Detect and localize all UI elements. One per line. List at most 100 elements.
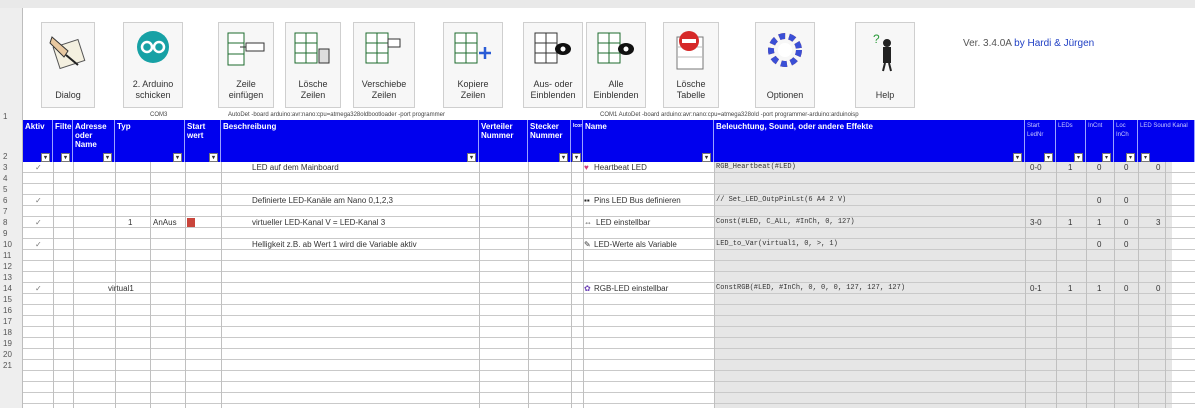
cell-loc[interactable]: 0 [1124, 239, 1128, 250]
row-number[interactable]: 20 [0, 350, 22, 359]
cell-loc[interactable]: 0 [1124, 283, 1128, 294]
cell-effekt[interactable]: LED_to_Var(virtual1, 0, >, 1) [716, 239, 838, 250]
cell-kanal[interactable]: 3 [1156, 217, 1160, 228]
delete-table-button[interactable]: Lösche Tabelle [663, 22, 719, 108]
row-number[interactable]: 7 [0, 207, 22, 216]
table-row[interactable] [23, 305, 1195, 316]
cell-kanal[interactable]: 0 [1156, 162, 1160, 173]
row-number[interactable]: 19 [0, 339, 22, 348]
cell-typ[interactable]: AnAus [153, 217, 177, 228]
table-row[interactable] [23, 327, 1195, 338]
cell-startled[interactable]: 0-1 [1030, 283, 1042, 294]
filter-dropdown-aktiv[interactable]: ▾ [41, 153, 50, 162]
row-number[interactable]: 3 [0, 163, 22, 172]
row-number[interactable]: 6 [0, 196, 22, 205]
cell-startled[interactable]: 0-0 [1030, 162, 1042, 173]
cell-effekt[interactable]: Const(#LED, C_ALL, #InCh, 0, 127) [716, 217, 855, 228]
cell-beschreibung[interactable]: Helligkeit z.B. ab Wert 1 wird die Varia… [252, 239, 417, 250]
table-row[interactable] [23, 316, 1195, 327]
row-number[interactable]: 12 [0, 262, 22, 271]
filter-dropdown-led-sound[interactable]: ▾ [1141, 153, 1150, 162]
cell-name[interactable]: LED-Werte als Variable [594, 239, 677, 250]
row-number[interactable]: 8 [0, 218, 22, 227]
cell-effekt[interactable]: RGB_Heartbeat(#LED) [716, 162, 796, 173]
cell-inch[interactable]: 1 [1097, 283, 1101, 294]
move-rows-button[interactable]: Verschiebe Zeilen [353, 22, 415, 108]
row-number[interactable]: 16 [0, 306, 22, 315]
cell-inch[interactable]: 0 [1097, 162, 1101, 173]
dialog-button[interactable]: Dialog [41, 22, 95, 108]
row-number[interactable]: 13 [0, 273, 22, 282]
table-row[interactable] [23, 250, 1195, 261]
table-row[interactable] [23, 338, 1195, 349]
send-to-arduino-button[interactable]: 2. Arduino schicken [123, 22, 183, 108]
insert-row-button[interactable]: Zeile einfügen [218, 22, 274, 108]
filter-dropdown-loc[interactable]: ▾ [1126, 153, 1135, 162]
table-row[interactable] [23, 272, 1195, 283]
hide-show-button[interactable]: Aus- oder Einblenden [523, 22, 583, 108]
cell-aktiv[interactable]: ✓ [35, 217, 42, 228]
cell-leds[interactable]: 1 [1068, 217, 1072, 228]
filter-dropdown-adresse[interactable]: ▾ [103, 153, 112, 162]
filter-dropdown-inch[interactable]: ▾ [1102, 153, 1111, 162]
row-number[interactable]: 9 [0, 229, 22, 238]
cell-loc[interactable]: 0 [1124, 217, 1128, 228]
table-row[interactable] [23, 206, 1195, 217]
row-number[interactable]: 2 [0, 152, 22, 161]
filter-dropdown-stecker[interactable]: ▾ [559, 153, 568, 162]
table-row[interactable] [23, 371, 1195, 382]
row-number[interactable]: 21 [0, 361, 22, 370]
cell-inch[interactable]: 0 [1097, 239, 1101, 250]
cell-effekt[interactable]: ConstRGB(#LED, #InCh, 0, 0, 0, 127, 127,… [716, 283, 905, 294]
options-button[interactable]: Optionen [755, 22, 815, 108]
cell-name[interactable]: Heartbeat LED [594, 162, 647, 173]
help-button[interactable]: ? Help [855, 22, 915, 108]
cell-aktiv[interactable]: ✓ [35, 239, 42, 250]
row-number[interactable]: 17 [0, 317, 22, 326]
table-row[interactable] [23, 360, 1195, 371]
cell-beschreibung[interactable]: virtueller LED-Kanal V = LED-Kanal 3 [252, 217, 385, 228]
filter-dropdown-name[interactable]: ▾ [702, 153, 711, 162]
cell-effekt[interactable]: // Set_LED_OutpPinLst(6 A4 2 V) [716, 195, 846, 206]
filter-dropdown-icon[interactable]: ▾ [572, 153, 581, 162]
cell-beschreibung[interactable]: Definierte LED-Kanäle am Nano 0,1,2,3 [252, 195, 393, 206]
table-row[interactable] [23, 184, 1195, 195]
show-all-button[interactable]: Alle Einblenden [586, 22, 646, 108]
row-number[interactable]: 18 [0, 328, 22, 337]
filter-dropdown-beschreibung[interactable]: ▾ [467, 153, 476, 162]
cell-beschreibung[interactable]: LED auf dem Mainboard [252, 162, 339, 173]
table-row[interactable] [23, 173, 1195, 184]
cell-loc[interactable]: 0 [1124, 162, 1128, 173]
table-row[interactable] [23, 382, 1195, 393]
row-number[interactable]: 1 [0, 112, 22, 121]
copy-rows-button[interactable]: Kopiere Zeilen [443, 22, 503, 108]
filter-dropdown-start[interactable]: ▾ [209, 153, 218, 162]
table-row[interactable] [23, 349, 1195, 360]
table-row[interactable] [23, 294, 1195, 305]
filter-dropdown-typ[interactable]: ▾ [173, 153, 182, 162]
cell-startled[interactable]: 3-0 [1030, 217, 1042, 228]
delete-rows-button[interactable]: Lösche Zeilen [285, 22, 341, 108]
filter-dropdown-beleuchtung[interactable]: ▾ [1013, 153, 1022, 162]
row-number[interactable]: 10 [0, 240, 22, 249]
cell-leds[interactable]: 1 [1068, 283, 1072, 294]
cell-aktiv[interactable]: ✓ [35, 162, 42, 173]
cell-inch[interactable]: 1 [1097, 217, 1101, 228]
row-number[interactable]: 4 [0, 174, 22, 183]
cell-adresse[interactable]: 1 [128, 217, 132, 228]
cell-leds[interactable]: 1 [1068, 162, 1072, 173]
cell-inch[interactable]: 0 [1097, 195, 1101, 206]
row-number[interactable]: 14 [0, 284, 22, 293]
table-row[interactable] [23, 228, 1195, 239]
cell-kanal[interactable]: 0 [1156, 283, 1160, 294]
cell-aktiv[interactable]: ✓ [35, 283, 42, 294]
cell-aktiv[interactable]: ✓ [35, 195, 42, 206]
cell-name[interactable]: LED einstellbar [596, 217, 650, 228]
filter-dropdown-filter[interactable]: ▾ [61, 153, 70, 162]
filter-dropdown-leds[interactable]: ▾ [1074, 153, 1083, 162]
row-number[interactable]: 5 [0, 185, 22, 194]
table-row[interactable] [23, 393, 1195, 404]
cell-name[interactable]: Pins LED Bus definieren [594, 195, 681, 206]
row-number[interactable]: 15 [0, 295, 22, 304]
filter-dropdown-start-led[interactable]: ▾ [1044, 153, 1053, 162]
